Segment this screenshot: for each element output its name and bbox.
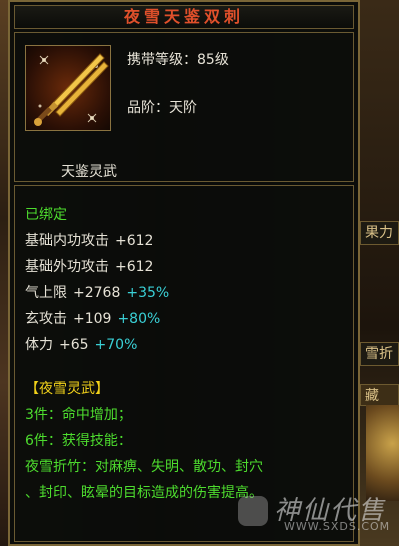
background-tab[interactable]: 果力 xyxy=(360,221,399,245)
stat-name: 基础外功攻击 xyxy=(25,259,109,275)
set-bonus-3: 3件：命中增加； xyxy=(25,407,132,423)
stat-base: +109 xyxy=(73,311,112,327)
stat-name: 气上限 xyxy=(25,285,67,301)
stat-line: 基础内功攻击 +612 xyxy=(25,230,159,250)
item-tooltip: 夜雪天鉴双刺 携带等级：85级 品阶：天阶 天鉴灵武 已绑定 基础内功攻击 +6… xyxy=(8,0,360,546)
set-bonus-6: 6件：获得技能： xyxy=(25,433,132,449)
stat-line: 玄攻击 +109 +80% xyxy=(25,308,166,328)
game-screen: 果力 雪折 藏 夜雪天鉴双刺 携带等级：85级 品阶：天阶 天鉴灵武 已绑定 基… xyxy=(0,0,399,546)
watermark-logo-icon xyxy=(238,496,268,526)
stat-bonus: +80% xyxy=(117,311,161,327)
stat-name: 玄攻击 xyxy=(25,311,67,327)
background-ornament xyxy=(366,405,399,501)
background-tab[interactable]: 雪折 xyxy=(360,342,399,366)
carry-level: 携带等级：85级 xyxy=(127,52,229,68)
stat-name: 基础内功攻击 xyxy=(25,233,109,249)
stat-base: +612 xyxy=(115,259,154,275)
stat-name: 体力 xyxy=(25,337,53,353)
item-stats-panel: 已绑定 基础内功攻击 +612 基础外功攻击 +612 气上限 +2768 +35% 玄… xyxy=(14,185,354,542)
set-skill-description: 、封印、眩晕的目标造成的伤害提高。 xyxy=(25,485,263,501)
stat-line: 体力 +65 +70% xyxy=(25,334,143,354)
stat-base: +612 xyxy=(115,233,154,249)
item-header-panel: 携带等级：85级 品阶：天阶 天鉴灵武 xyxy=(14,32,354,182)
stat-bonus: +35% xyxy=(126,285,170,301)
set-skill-description: 夜雪折竹：对麻痹、失明、散功、封穴 xyxy=(25,459,263,475)
watermark: 神仙代售 WWW.SXDS.COM xyxy=(238,490,391,534)
item-title: 夜雪天鉴双刺 xyxy=(14,5,354,29)
watermark-url: WWW.SXDS.COM xyxy=(284,520,391,533)
stat-base: +65 xyxy=(59,337,89,353)
item-category: 天鉴灵武 xyxy=(61,164,117,180)
stat-line: 气上限 +2768 +35% xyxy=(25,282,175,302)
background-tab[interactable]: 藏 xyxy=(360,384,399,406)
stat-bonus: +70% xyxy=(94,337,138,353)
set-name: 【夜雪灵武】 xyxy=(25,381,109,397)
item-grade: 品阶：天阶 xyxy=(127,100,197,116)
twin-daggers-icon xyxy=(25,45,111,131)
stat-base: +2768 xyxy=(73,285,121,301)
bound-status: 已绑定 xyxy=(25,207,67,223)
stat-line: 基础外功攻击 +612 xyxy=(25,256,159,276)
